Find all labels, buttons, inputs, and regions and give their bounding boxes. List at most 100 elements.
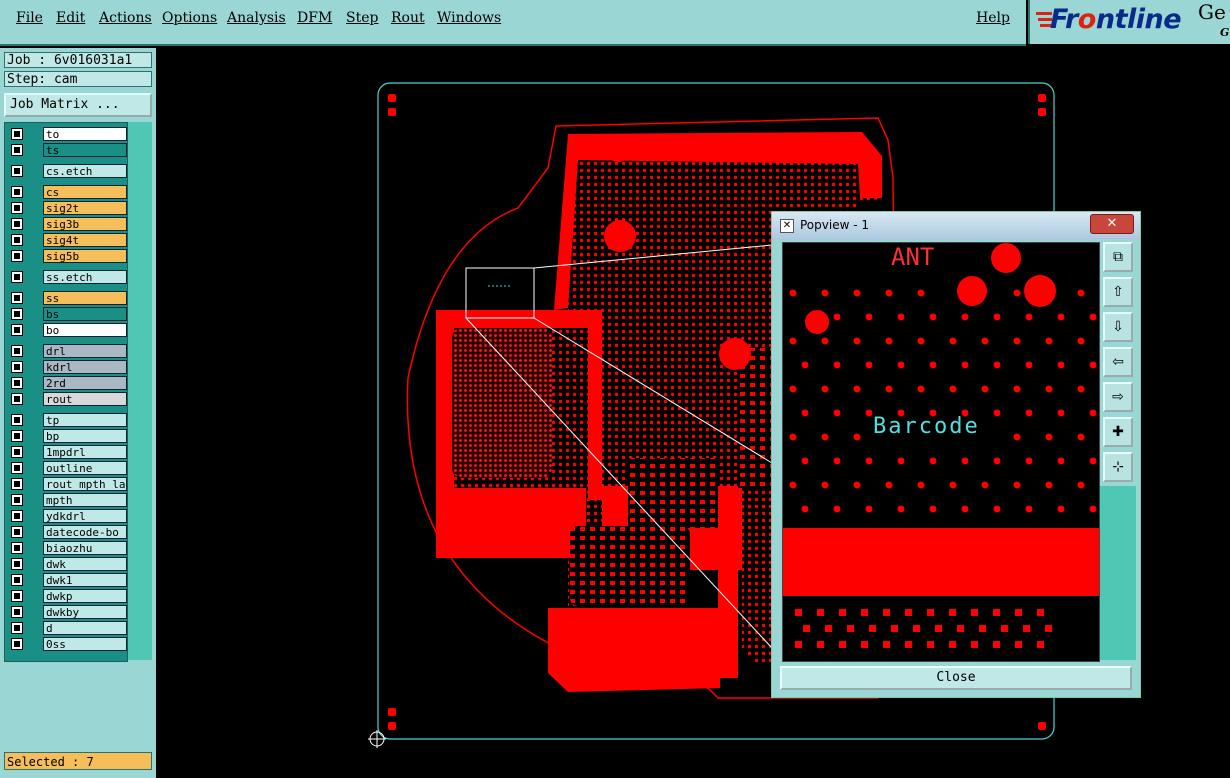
- layer-list-scrollbar[interactable]: [128, 122, 152, 660]
- layer-checkbox[interactable]: [11, 218, 23, 230]
- layer-name[interactable]: d: [43, 621, 127, 635]
- pan-right-icon[interactable]: ⇨: [1103, 382, 1133, 412]
- menu-windows[interactable]: Windows: [437, 10, 501, 26]
- layer-row-dwkby[interactable]: dwkby: [9, 605, 127, 619]
- pan-up-icon[interactable]: ⇧: [1103, 277, 1133, 307]
- layer-name[interactable]: to: [43, 127, 127, 141]
- layer-name[interactable]: ts: [43, 143, 127, 157]
- layer-checkbox[interactable]: [11, 393, 23, 405]
- layer-row-bo[interactable]: bo: [9, 323, 127, 337]
- layer-checkbox[interactable]: [11, 590, 23, 602]
- layer-name[interactable]: cs: [43, 185, 127, 199]
- layer-row-dwk1[interactable]: dwk1: [9, 573, 127, 587]
- layer-row-d[interactable]: d: [9, 621, 127, 635]
- layer-checkbox[interactable]: [11, 542, 23, 554]
- layer-row-ss[interactable]: ss: [9, 291, 127, 305]
- popview-canvas[interactable]: ANT Barcode: [782, 242, 1100, 662]
- zoom-in-icon[interactable]: ✚: [1103, 417, 1133, 447]
- layer-row-sig5b[interactable]: sig5b: [9, 249, 127, 263]
- layer-row-1mpdrl[interactable]: 1mpdrl: [9, 445, 127, 459]
- zoom-out-icon[interactable]: ⊹: [1103, 452, 1133, 482]
- layer-checkbox[interactable]: [11, 494, 23, 506]
- layer-row-ts[interactable]: ts: [9, 143, 127, 157]
- layer-name[interactable]: dwkp: [43, 589, 127, 603]
- layer-name[interactable]: sig4t: [43, 233, 127, 247]
- layer-row-drl[interactable]: drl: [9, 344, 127, 358]
- layer-checkbox[interactable]: [11, 144, 23, 156]
- layer-name[interactable]: kdrl: [43, 360, 127, 374]
- layer-checkbox[interactable]: [11, 308, 23, 320]
- layer-checkbox[interactable]: [11, 234, 23, 246]
- layer-name[interactable]: sig3b: [43, 217, 127, 231]
- layer-name[interactable]: bp: [43, 429, 127, 443]
- layer-checkbox[interactable]: [11, 606, 23, 618]
- layer-checkbox[interactable]: [11, 292, 23, 304]
- layer-checkbox[interactable]: [11, 128, 23, 140]
- layer-checkbox[interactable]: [11, 558, 23, 570]
- layer-checkbox[interactable]: [11, 361, 23, 373]
- layer-checkbox[interactable]: [11, 414, 23, 426]
- layer-checkbox[interactable]: [11, 622, 23, 634]
- layer-name[interactable]: ydkdrl: [43, 509, 127, 523]
- layer-name[interactable]: bs: [43, 307, 127, 321]
- layer-row-cs-etch[interactable]: cs.etch: [9, 164, 127, 178]
- layer-row-bs[interactable]: bs: [9, 307, 127, 321]
- pan-left-icon[interactable]: ⇦: [1103, 347, 1133, 377]
- layer-checkbox[interactable]: [11, 638, 23, 650]
- layer-checkbox[interactable]: [11, 462, 23, 474]
- layer-name[interactable]: dwkby: [43, 605, 127, 619]
- layer-checkbox[interactable]: [11, 526, 23, 538]
- layer-checkbox[interactable]: [11, 446, 23, 458]
- layer-name[interactable]: 0ss: [43, 637, 127, 651]
- layer-checkbox[interactable]: [11, 202, 23, 214]
- layer-name[interactable]: mpth: [43, 493, 127, 507]
- popview-close-button[interactable]: Close: [780, 666, 1132, 690]
- layer-name[interactable]: dwk: [43, 557, 127, 571]
- layer-name[interactable]: 2rd: [43, 376, 127, 390]
- menu-analysis[interactable]: Analysis: [227, 10, 286, 26]
- layer-checkbox[interactable]: [11, 574, 23, 586]
- menu-file[interactable]: File: [16, 10, 43, 26]
- layer-name[interactable]: ss: [43, 291, 127, 305]
- layer-row-bp[interactable]: bp: [9, 429, 127, 443]
- layer-row-0ss[interactable]: 0ss: [9, 637, 127, 651]
- layer-row-2rd[interactable]: 2rd: [9, 376, 127, 390]
- job-matrix-button[interactable]: Job Matrix ...: [4, 93, 152, 117]
- layer-row-sig3b[interactable]: sig3b: [9, 217, 127, 231]
- menu-actions[interactable]: Actions: [99, 10, 152, 26]
- layer-row-kdrl[interactable]: kdrl: [9, 360, 127, 374]
- menu-dfm[interactable]: DFM: [297, 10, 332, 26]
- layer-name[interactable]: cs.etch: [43, 164, 127, 178]
- layer-name[interactable]: outline: [43, 461, 127, 475]
- layer-name[interactable]: tp: [43, 413, 127, 427]
- zoom-fit-icon[interactable]: ⧉: [1103, 242, 1133, 272]
- layer-row-rout[interactable]: rout: [9, 392, 127, 406]
- layer-name[interactable]: rout: [43, 392, 127, 406]
- menu-step[interactable]: Step: [346, 10, 378, 26]
- layer-name[interactable]: bo: [43, 323, 127, 337]
- layer-row-tp[interactable]: tp: [9, 413, 127, 427]
- layer-row-sig2t[interactable]: sig2t: [9, 201, 127, 215]
- layer-checkbox[interactable]: [11, 250, 23, 262]
- layer-checkbox[interactable]: [11, 510, 23, 522]
- layer-name[interactable]: biaozhu: [43, 541, 127, 555]
- layer-row-to[interactable]: to: [9, 127, 127, 141]
- layer-checkbox[interactable]: [11, 377, 23, 389]
- layer-name[interactable]: drl: [43, 344, 127, 358]
- layer-row-outline[interactable]: outline: [9, 461, 127, 475]
- pan-down-icon[interactable]: ⇩: [1103, 312, 1133, 342]
- layer-checkbox[interactable]: [11, 165, 23, 177]
- layer-checkbox[interactable]: [11, 430, 23, 442]
- menu-rout[interactable]: Rout: [391, 10, 425, 26]
- layer-row-datecode-bo[interactable]: datecode-bo: [9, 525, 127, 539]
- layer-name[interactable]: dwk1: [43, 573, 127, 587]
- layer-row-cs[interactable]: cs: [9, 185, 127, 199]
- close-icon[interactable]: ✕: [1090, 214, 1134, 234]
- layer-row-dwkp[interactable]: dwkp: [9, 589, 127, 603]
- layer-row-dwk[interactable]: dwk: [9, 557, 127, 571]
- layer-checkbox[interactable]: [11, 345, 23, 357]
- layer-checkbox[interactable]: [11, 186, 23, 198]
- layer-checkbox[interactable]: [11, 271, 23, 283]
- layer-name[interactable]: datecode-bo: [43, 525, 127, 539]
- layer-row-mpth[interactable]: mpth: [9, 493, 127, 507]
